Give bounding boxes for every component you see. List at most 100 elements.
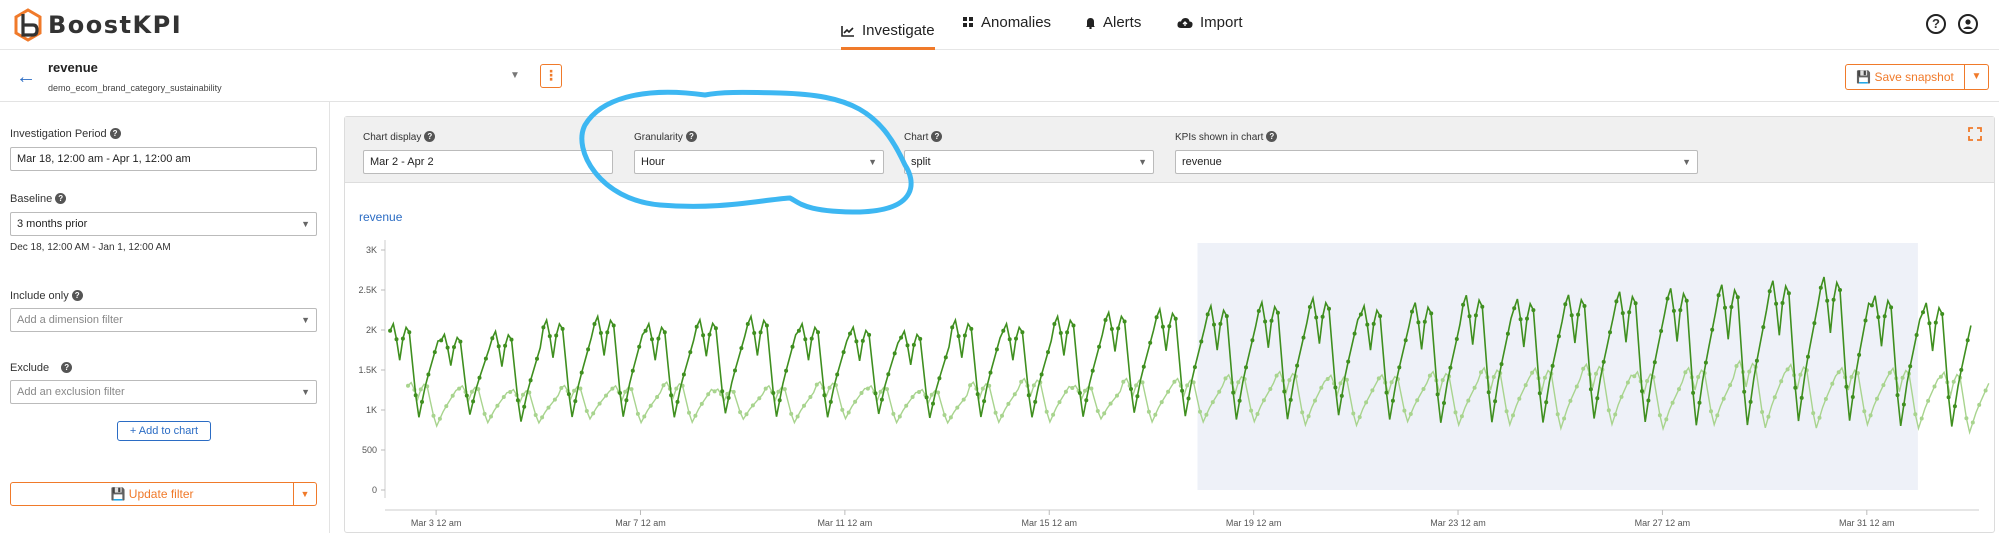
baseline-series-point [635,411,640,416]
current-series-point [931,401,935,406]
logo[interactable]: BoostKPI [14,8,182,42]
kpi-header: ← revenue demo_ecom_brand_category_susta… [0,50,1999,102]
baseline-series-point [489,414,493,419]
nav-import[interactable]: Import [1177,14,1243,31]
baseline-series-point [942,413,947,417]
current-series-point [1090,368,1095,373]
current-series-point [1097,344,1102,349]
baseline-select-value: 3 months prior [17,218,88,230]
help-icon[interactable]: ? [424,131,436,142]
nav-anomalies[interactable]: Anomalies [963,14,1051,31]
current-series-point [656,336,661,341]
update-filter-dropdown-button[interactable]: ▼ [294,482,317,506]
baseline-series-point [1472,385,1477,390]
baseline-series-point [1415,398,1420,403]
y-tick-label: 2.5K [358,285,377,295]
update-filter-button[interactable]: 💾 Update filter [10,482,294,506]
current-series-point [1710,327,1715,332]
save-snapshot-dropdown-button[interactable]: ▼ [1965,64,1989,90]
current-series-point [407,330,412,335]
baseline-series-point [1900,375,1905,380]
current-series-point [726,395,731,400]
current-series-point [892,351,897,356]
chart-display-input[interactable]: Mar 2 - Apr 2 [363,150,613,174]
current-series-point [1665,296,1670,301]
chart-type-select[interactable]: split ▼ [904,150,1154,174]
baseline-select[interactable]: 3 months prior ▼ [10,212,317,236]
kpi-options-button[interactable]: ⋮ [540,64,562,88]
line-chart-icon [841,25,854,37]
help-icon[interactable]: ? [1266,131,1278,142]
current-series-point [1882,314,1887,319]
current-series-point [1390,398,1395,403]
current-series-point [873,391,878,396]
nav-investigate[interactable]: Investigate [841,14,935,50]
expand-icon[interactable] [1968,127,1982,141]
investigation-period-input[interactable]: Mar 18, 12:00 am - Apr 1, 12:00 am [10,147,317,171]
help-icon[interactable]: ? [109,128,121,139]
granularity-select[interactable]: Hour ▼ [634,150,884,174]
baseline-series-point [1677,387,1681,392]
current-series-point [554,333,559,338]
current-series-point [509,337,514,342]
baseline-series-point [1300,410,1305,415]
current-series-point [1499,362,1504,367]
baseline-series-point [1542,375,1547,380]
current-series-point [1065,330,1070,335]
current-series-point [1825,298,1830,303]
current-series-point [560,326,565,331]
baseline-series-point [482,411,487,416]
kpi-name[interactable]: revenue [48,60,98,75]
baseline-series-point [782,387,787,392]
current-series-point [982,399,987,404]
current-series-point [1039,372,1044,377]
current-series-point [1965,338,1970,343]
kpis-shown-select[interactable]: revenue ▼ [1175,150,1698,174]
baseline-series-point [546,405,551,410]
baseline-series-point [1517,396,1522,401]
dimension-filter-select[interactable]: Add a dimension filter ▼ [10,308,317,332]
kpi-dropdown-caret-icon[interactable]: ▼ [510,70,520,81]
current-series-point [1838,288,1842,292]
current-series-point [1199,339,1204,344]
current-series-point [483,356,488,361]
help-icon[interactable]: ? [61,362,73,373]
current-series-point [1467,314,1472,319]
y-tick-label: 2K [366,325,377,335]
current-series-point [1614,299,1619,304]
current-series-point [1148,340,1153,345]
current-series-point [905,343,910,348]
current-series-point [1301,335,1306,340]
current-series-point [899,335,904,340]
baseline-series-point [731,389,736,394]
save-snapshot-button[interactable]: 💾 Save snapshot [1845,64,1965,90]
current-series-point [1869,303,1874,308]
current-series-point [1192,365,1197,370]
baseline-series-point [1881,383,1886,388]
help-circle-icon[interactable]: ? [1926,14,1946,34]
exclusion-filter-select[interactable]: Add an exclusion filter ▼ [10,380,317,404]
kpi-source: demo_ecom_brand_category_sustainability [48,83,222,93]
current-series-point [573,399,578,404]
current-series-point [1378,314,1383,319]
help-icon[interactable]: ? [71,290,83,301]
help-icon[interactable]: ? [685,131,697,142]
add-to-chart-button[interactable]: + Add to chart [117,421,211,441]
back-arrow-icon[interactable]: ← [16,66,36,89]
baseline-series-point [1364,400,1369,405]
nav-alerts[interactable]: Alerts [1085,14,1141,31]
current-series-point [1742,389,1747,394]
revenue-chart[interactable]: 0 500 1K 1.5K 2K 2.5K 3K Mar 3 12 am Mar 7 12 am… [345,225,1995,533]
help-icon[interactable]: ? [931,131,943,142]
current-series-point [758,330,763,335]
baseline-series-point [1427,373,1432,378]
baseline-series-point [936,390,941,395]
current-series-point [1122,319,1127,324]
baseline-series-point [1926,398,1931,403]
chart-panel: Chart display? Mar 2 - Apr 2 Granularity… [344,116,1995,533]
help-icon[interactable]: ? [55,193,67,204]
current-series-point [1026,393,1031,398]
user-circle-icon[interactable] [1958,14,1978,34]
baseline-series-point [1919,416,1924,421]
current-series-point [701,333,706,338]
